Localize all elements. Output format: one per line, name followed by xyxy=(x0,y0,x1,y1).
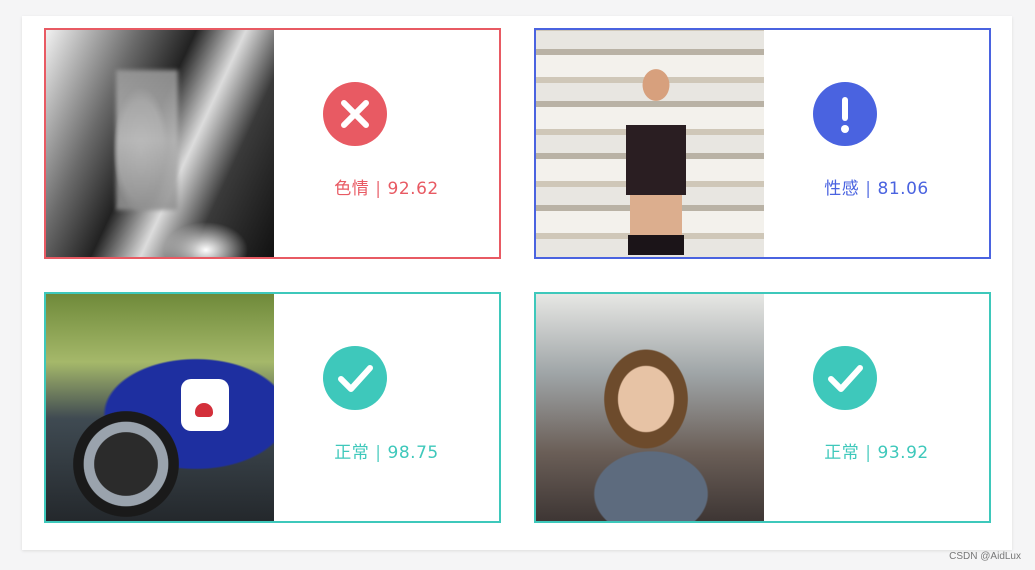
decor-2 xyxy=(181,379,229,431)
verdict-area: 正常 | 93.92 xyxy=(764,294,989,521)
result-card-porn[interactable]: 色情 | 92.62 xyxy=(44,28,501,259)
thumbnail-image xyxy=(46,294,274,521)
classification-result: 色情 | 92.62 xyxy=(146,174,499,199)
separator: | xyxy=(865,443,872,463)
confidence-score: 81.06 xyxy=(877,179,929,199)
close-icon xyxy=(322,82,387,146)
watermark-text: CSDN @AidLux xyxy=(949,551,1021,562)
verdict-area: 性感 | 81.06 xyxy=(764,30,989,257)
separator: | xyxy=(865,179,872,199)
confidence-score: 92.62 xyxy=(387,179,439,199)
result-card-normal-1[interactable]: 正常 | 98.75 xyxy=(44,292,501,523)
thumbnail-image xyxy=(536,30,764,257)
result-card-normal-2[interactable]: 正常 | 93.92 xyxy=(534,292,991,523)
separator: | xyxy=(375,179,382,199)
confidence-score: 93.92 xyxy=(877,443,929,463)
thumbnail-image xyxy=(46,30,274,257)
confidence-score: 98.75 xyxy=(387,443,439,463)
thumbnail-image xyxy=(536,294,764,521)
verdict-area: 正常 | 98.75 xyxy=(274,294,499,521)
checkmark-icon xyxy=(812,346,877,410)
verdict-area: 色情 | 92.62 xyxy=(274,30,499,257)
checkmark-icon xyxy=(322,346,387,410)
classification-result: 正常 | 98.75 xyxy=(146,438,499,463)
classification-label: 正常 xyxy=(334,443,370,463)
classification-result: 正常 | 93.92 xyxy=(636,438,989,463)
classification-label: 性感 xyxy=(824,179,860,199)
separator: | xyxy=(375,443,382,463)
result-card-sexy[interactable]: 性感 | 81.06 xyxy=(534,28,991,259)
exclamation-icon xyxy=(812,82,877,146)
decor-1 xyxy=(616,45,696,257)
classification-label: 正常 xyxy=(824,443,860,463)
classification-label: 色情 xyxy=(334,179,370,199)
classification-result: 性感 | 81.06 xyxy=(636,174,989,199)
results-panel: 色情 | 92.62 性感 | 81.06 正常 | 98.75 正常 | 93… xyxy=(22,16,1012,550)
